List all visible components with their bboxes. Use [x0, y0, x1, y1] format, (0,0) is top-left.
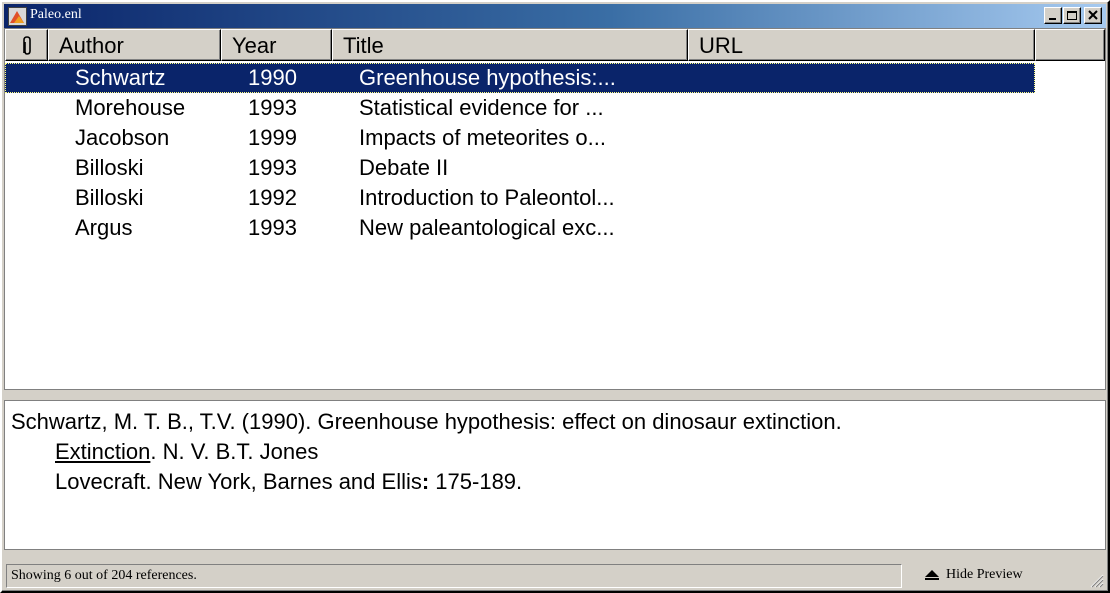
endnote-app-icon[interactable]	[8, 7, 27, 26]
column-title[interactable]: Title	[332, 29, 688, 61]
column-filler	[1035, 29, 1105, 61]
table-row[interactable]: Morehouse 1993 Statistical evidence for …	[5, 93, 1035, 123]
paperclip-icon	[22, 36, 31, 55]
cell-title: Introduction to Paleontol...	[359, 185, 615, 210]
library-window: Paleo.enl Author Year Title URL Schwartz…	[0, 0, 1110, 593]
column-attachment[interactable]	[5, 29, 48, 61]
cell-title: Greenhouse hypothesis:...	[359, 65, 616, 90]
preview-splitter[interactable]	[4, 390, 1106, 400]
window-title: Paleo.enl	[30, 7, 82, 22]
minimize-icon	[1049, 18, 1056, 20]
cell-year: 1993	[248, 215, 297, 240]
cell-author: Argus	[75, 215, 133, 240]
cell-year: 1993	[248, 155, 297, 180]
close-button[interactable]	[1084, 7, 1102, 24]
cell-author: Schwartz	[75, 65, 166, 90]
preview-journal-title: Extinction	[55, 439, 151, 464]
minimize-button[interactable]	[1044, 7, 1062, 24]
status-text: Showing 6 out of 204 references.	[6, 564, 902, 588]
table-row[interactable]: Billoski 1993 Debate II	[5, 153, 1035, 183]
column-year[interactable]: Year	[221, 29, 332, 61]
cell-title: New paleantological exc...	[359, 215, 615, 240]
up-arrow-icon	[925, 570, 939, 580]
table-row[interactable]: Billoski 1992 Introduction to Paleontol.…	[5, 183, 1035, 213]
column-url[interactable]: URL	[688, 29, 1035, 61]
maximize-button[interactable]	[1063, 7, 1081, 24]
preview-line-1: Schwartz, M. T. B., T.V. (1990). Greenho…	[11, 409, 842, 434]
preview-line-2: Extinction. N. V. B.T. Jones	[55, 439, 318, 465]
reference-list[interactable]: Author Year Title URL Schwartz 1990 Gree…	[4, 28, 1106, 390]
resize-grip-icon[interactable]	[1088, 572, 1104, 588]
title-bar[interactable]: Paleo.enl	[4, 4, 1106, 28]
preview-publisher: Lovecraft. New York, Barnes and Ellis	[55, 469, 422, 494]
cell-author: Morehouse	[75, 95, 186, 120]
preview-pane: Schwartz, M. T. B., T.V. (1990). Greenho…	[4, 400, 1106, 550]
hide-preview-button[interactable]: Hide Preview	[906, 564, 1082, 588]
cell-year: 1999	[248, 125, 297, 150]
cell-title: Statistical evidence for ...	[359, 95, 604, 120]
cell-year: 1992	[248, 185, 297, 210]
preview-pages: 175-189.	[429, 469, 523, 494]
hide-preview-label: Hide Preview	[946, 567, 1023, 582]
preview-editors: . N. V. B.T. Jones	[150, 439, 319, 464]
preview-line-3: Lovecraft. New York, Barnes and Ellis: 1…	[55, 469, 522, 495]
close-icon	[1088, 10, 1098, 20]
table-row[interactable]: Argus 1993 New paleantological exc...	[5, 213, 1035, 243]
cell-year: 1993	[248, 95, 297, 120]
column-header: Author Year Title URL	[5, 29, 1105, 61]
maximize-icon	[1067, 11, 1077, 20]
cell-author: Billoski	[75, 155, 144, 180]
cell-author: Jacobson	[75, 125, 170, 150]
column-author[interactable]: Author	[48, 29, 221, 61]
table-row[interactable]: Schwartz 1990 Greenhouse hypothesis:...	[5, 63, 1035, 93]
cell-title: Impacts of meteorites o...	[359, 125, 606, 150]
status-bar: Showing 6 out of 204 references. Hide Pr…	[4, 562, 1106, 590]
cell-author: Billoski	[75, 185, 144, 210]
cell-year: 1990	[248, 65, 297, 90]
cell-title: Debate II	[359, 155, 449, 180]
table-row[interactable]: Jacobson 1999 Impacts of meteorites o...	[5, 123, 1035, 153]
